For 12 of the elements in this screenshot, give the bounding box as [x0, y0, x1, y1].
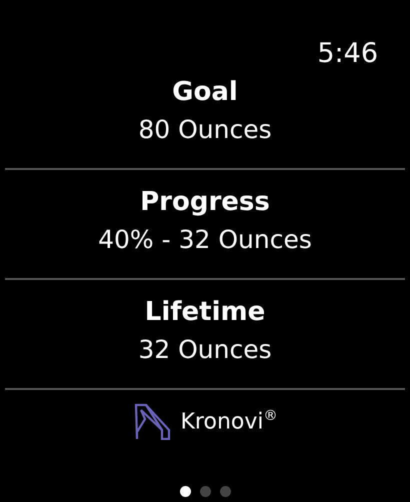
page-dot[interactable] — [180, 486, 190, 497]
stat-title: Lifetime — [144, 296, 266, 329]
clock-time: 5:46 — [317, 38, 378, 70]
page-dot[interactable] — [200, 486, 210, 497]
stat-value: 32 Ounces — [138, 334, 272, 366]
logo-icon — [132, 402, 170, 440]
brand-name: Kronovi$^{®}$ — [180, 408, 278, 434]
stat-title: Goal — [172, 76, 238, 109]
page-dot[interactable] — [220, 486, 230, 497]
stat-value: 40% - 32 Ounces — [98, 224, 312, 256]
stat-title: Progress — [140, 186, 270, 219]
stat-value: 80 Ounces — [138, 114, 272, 146]
